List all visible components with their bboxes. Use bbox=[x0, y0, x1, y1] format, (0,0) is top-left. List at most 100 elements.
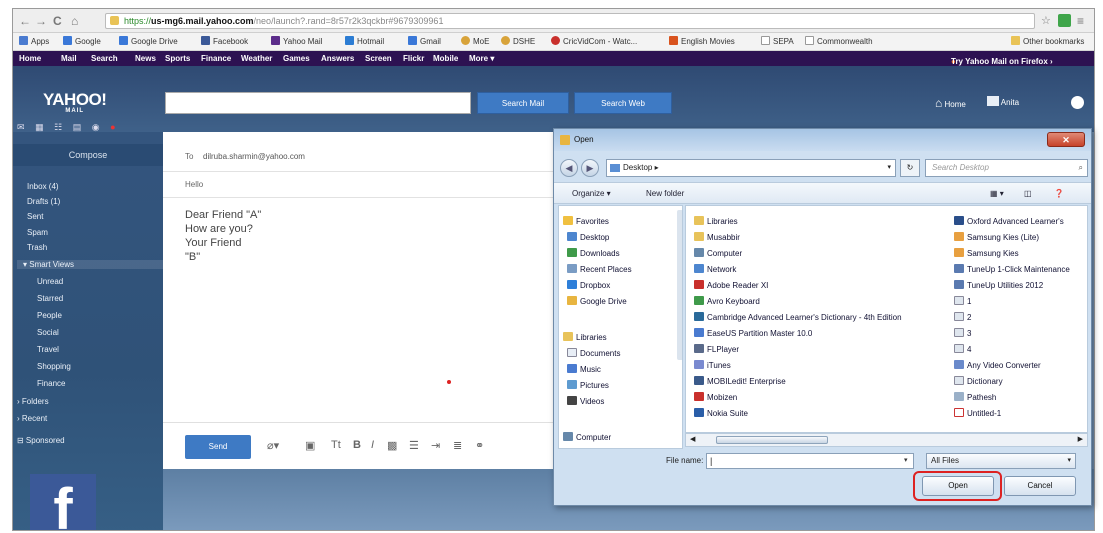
file-item[interactable]: Libraries bbox=[694, 216, 738, 226]
align-icon[interactable]: ≣ bbox=[453, 439, 462, 452]
sidebar-item-social[interactable]: Social bbox=[37, 328, 59, 337]
facebook-logo-icon[interactable]: f bbox=[30, 474, 96, 530]
dialog-forward-icon[interactable]: ▶ bbox=[581, 159, 599, 177]
dialog-close-button[interactable]: ✕ bbox=[1047, 132, 1085, 147]
file-item[interactable]: Musabbir bbox=[694, 232, 740, 242]
nav-news[interactable]: News bbox=[135, 54, 156, 63]
nav-screen[interactable]: Screen bbox=[365, 54, 392, 63]
file-name-input[interactable]: | bbox=[706, 453, 914, 469]
sidebar-item-smart-views[interactable]: ▾ Smart Views bbox=[17, 260, 163, 269]
file-item[interactable]: Pathesh bbox=[954, 392, 996, 402]
indent-icon[interactable]: ⇥ bbox=[431, 439, 440, 452]
search-mail-button[interactable]: Search Mail bbox=[477, 92, 569, 114]
bookmark-dshe[interactable]: DSHE bbox=[501, 36, 535, 46]
sidebar-item-sent[interactable]: Sent bbox=[27, 212, 43, 221]
file-item[interactable]: TuneUp 1-Click Maintenance bbox=[954, 264, 1070, 274]
mail-search-input[interactable] bbox=[165, 92, 471, 114]
sidebar-item-recent[interactable]: › Recent bbox=[17, 414, 47, 423]
file-item[interactable]: Adobe Reader XI bbox=[694, 280, 768, 290]
nav-mail[interactable]: Mail bbox=[61, 54, 77, 63]
sidebar-item-finance[interactable]: Finance bbox=[37, 379, 65, 388]
nav-videos[interactable]: Videos bbox=[567, 396, 604, 406]
nav-more[interactable]: More ▾ bbox=[469, 54, 494, 63]
nav-recent-places[interactable]: Recent Places bbox=[567, 264, 632, 274]
file-item[interactable]: Nokia Suite bbox=[694, 408, 748, 418]
organize-button[interactable]: Organize ▾ bbox=[572, 189, 611, 198]
nav-desktop[interactable]: Desktop bbox=[567, 232, 609, 242]
search-web-button[interactable]: Search Web bbox=[574, 92, 672, 114]
attach-icon[interactable]: ⌀▾ bbox=[267, 439, 279, 452]
menu-icon[interactable]: ≡ bbox=[1077, 14, 1084, 28]
nav-libraries[interactable]: Libraries bbox=[563, 332, 607, 342]
path-dropdown-icon[interactable]: ▾ bbox=[887, 160, 891, 176]
bookmark-yahoo-mail[interactable]: Yahoo Mail bbox=[271, 36, 322, 46]
messenger-icon[interactable]: ◉ bbox=[92, 122, 100, 132]
nav-flickr[interactable]: Flickr bbox=[403, 54, 424, 63]
bookmark-facebook[interactable]: Facebook bbox=[201, 36, 248, 46]
sidebar-item-spam[interactable]: Spam bbox=[27, 228, 48, 237]
bookmark-cricvid[interactable]: CricVidCom - Watc... bbox=[551, 36, 637, 46]
nav-favorites[interactable]: Favorites bbox=[563, 216, 609, 226]
file-item[interactable]: iTunes bbox=[694, 360, 731, 370]
bookmark-commonwealth[interactable]: Commonwealth bbox=[805, 36, 873, 46]
dialog-path-input[interactable]: Desktop ▸ ▾ bbox=[606, 159, 896, 177]
yahoo-mail-logo[interactable]: YAHOO! MAIL bbox=[43, 90, 107, 114]
forward-icon[interactable]: → bbox=[35, 14, 47, 28]
star-icon[interactable]: ☆ bbox=[1041, 14, 1051, 27]
sidebar-item-trash[interactable]: Trash bbox=[27, 243, 47, 252]
file-list-scrollbar[interactable]: ◀ ▶ bbox=[685, 433, 1088, 447]
nav-finance[interactable]: Finance bbox=[201, 54, 231, 63]
bold-icon[interactable]: B bbox=[353, 439, 361, 451]
file-item[interactable]: Network bbox=[694, 264, 736, 274]
file-item[interactable]: MOBILedit! Enterprise bbox=[694, 376, 786, 386]
file-item[interactable]: Any Video Converter bbox=[954, 360, 1041, 370]
file-item[interactable]: Cambridge Advanced Learner's Dictionary … bbox=[694, 312, 902, 322]
file-item[interactable]: Avro Keyboard bbox=[694, 296, 760, 306]
file-item[interactable]: 1 bbox=[954, 296, 971, 306]
bookmark-moe[interactable]: MoE bbox=[461, 36, 489, 46]
nav-home[interactable]: Home bbox=[19, 54, 41, 63]
file-item[interactable]: Samsung Kies (Lite) bbox=[954, 232, 1039, 242]
calendar-icon[interactable]: ☷ bbox=[54, 122, 62, 132]
dialog-search-input[interactable]: Search Desktop ⌕ bbox=[925, 159, 1088, 177]
contacts-icon[interactable]: ▦ bbox=[35, 122, 44, 132]
settings-gear-icon[interactable] bbox=[1071, 96, 1084, 109]
italic-icon[interactable]: I bbox=[371, 439, 374, 451]
scroll-right-icon[interactable]: ▶ bbox=[1078, 435, 1083, 443]
compose-button[interactable]: Compose bbox=[13, 144, 163, 166]
home-icon[interactable]: ⌂ bbox=[71, 14, 78, 28]
nav-answers[interactable]: Answers bbox=[321, 54, 354, 63]
sidebar-item-shopping[interactable]: Shopping bbox=[37, 362, 71, 371]
mail-icon[interactable]: ✉ bbox=[17, 122, 25, 132]
file-item[interactable]: 3 bbox=[954, 328, 971, 338]
nav-google-drive[interactable]: Google Drive bbox=[567, 296, 627, 306]
bookmark-english-movies[interactable]: English Movies bbox=[669, 36, 735, 46]
nav-dropbox[interactable]: Dropbox bbox=[567, 280, 610, 290]
sidebar-item-travel[interactable]: Travel bbox=[37, 345, 59, 354]
text-color-icon[interactable]: ▩ bbox=[387, 439, 397, 452]
sidebar-item-starred[interactable]: Starred bbox=[37, 294, 63, 303]
file-item[interactable]: EaseUS Partition Master 10.0 bbox=[694, 328, 812, 338]
preview-pane-icon[interactable]: ◫ bbox=[1024, 189, 1032, 198]
file-item[interactable]: Untitled-1 bbox=[954, 408, 1001, 418]
bookmark-hotmail[interactable]: Hotmail bbox=[345, 36, 384, 46]
nav-weather[interactable]: Weather bbox=[241, 54, 272, 63]
notepad-icon[interactable]: ▤ bbox=[73, 122, 82, 132]
sidebar-item-people[interactable]: People bbox=[37, 311, 62, 320]
notification-badge-icon[interactable]: ● bbox=[110, 122, 115, 132]
file-name-dropdown-icon[interactable]: ▾ bbox=[904, 456, 908, 464]
header-home-link[interactable]: ⌂ Home bbox=[935, 96, 966, 110]
reload-icon[interactable]: C bbox=[53, 14, 62, 28]
bookmark-other[interactable]: Other bookmarks bbox=[1011, 36, 1084, 46]
dialog-refresh-icon[interactable]: ↻ bbox=[900, 159, 920, 177]
back-icon[interactable]: ← bbox=[19, 14, 31, 28]
extension-icon[interactable] bbox=[1058, 14, 1071, 27]
nav-computer[interactable]: Computer bbox=[563, 432, 611, 442]
message-body[interactable]: Dear Friend "A" How are you? Your Friend… bbox=[185, 208, 261, 264]
font-size-icon[interactable]: Tt bbox=[331, 439, 341, 451]
file-item[interactable]: FLPlayer bbox=[694, 344, 739, 354]
link-icon[interactable]: ⚭ bbox=[475, 439, 484, 452]
sidebar-item-drafts[interactable]: Drafts (1) bbox=[27, 197, 60, 206]
file-item[interactable]: 2 bbox=[954, 312, 971, 322]
nav-downloads[interactable]: Downloads bbox=[567, 248, 620, 258]
